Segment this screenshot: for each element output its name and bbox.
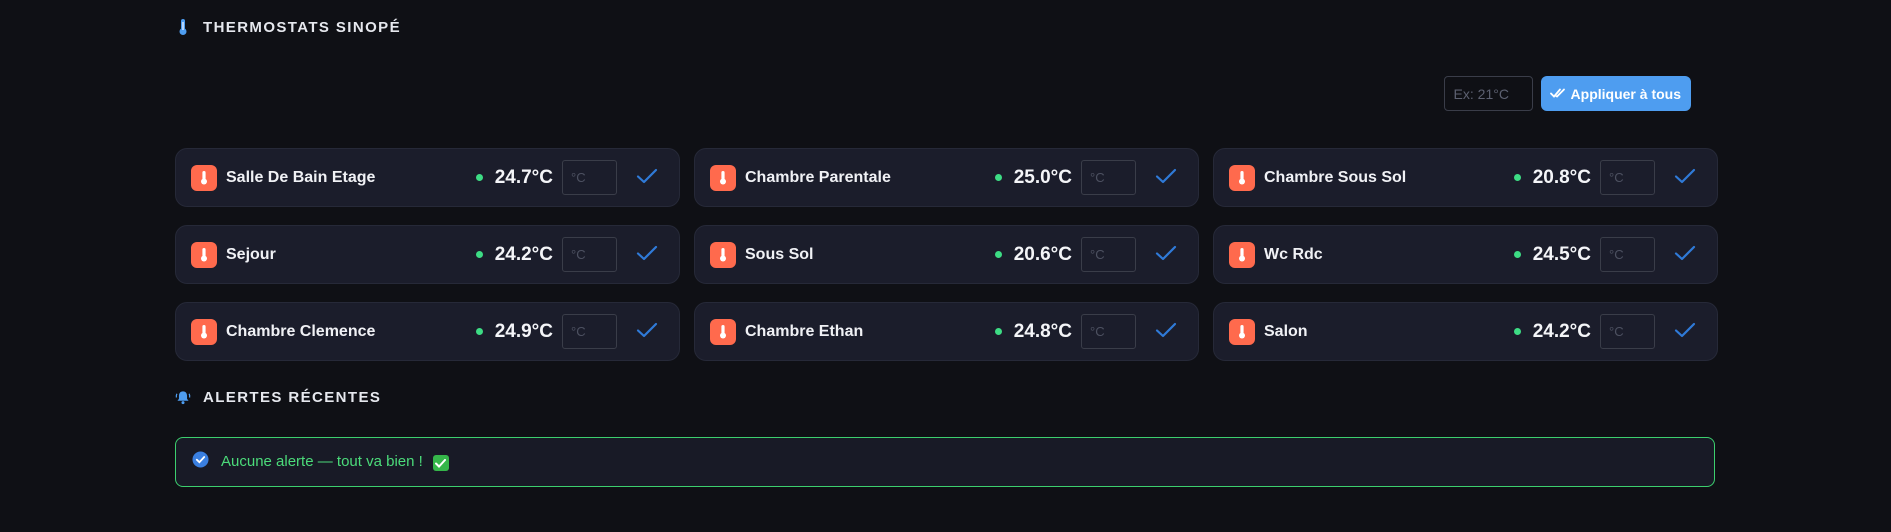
apply-setpoint-button[interactable] bbox=[1146, 235, 1186, 275]
check-circle-icon bbox=[192, 451, 209, 473]
thermometer-icon bbox=[191, 241, 217, 268]
thermometer-icon bbox=[1229, 164, 1255, 191]
global-setpoint-input[interactable] bbox=[1443, 76, 1533, 111]
thermostat-card: Chambre Parentale 25.0°C bbox=[694, 148, 1199, 207]
current-temperature: 24.2°C bbox=[494, 243, 553, 265]
current-temperature: 24.7°C bbox=[494, 166, 553, 188]
status-online-dot bbox=[1513, 328, 1521, 335]
setpoint-input[interactable] bbox=[1081, 314, 1136, 349]
check-icon bbox=[1155, 168, 1177, 187]
current-temperature: 24.2°C bbox=[1532, 320, 1591, 342]
status-online-dot bbox=[475, 328, 483, 335]
thermostat-name: Sejour bbox=[226, 245, 276, 263]
thermometer-icon bbox=[710, 164, 736, 191]
alerts-title: ALERTES RÉCENTES bbox=[203, 388, 382, 406]
apply-setpoint-button[interactable] bbox=[627, 312, 667, 352]
alert-message: Aucune alerte — tout va bien ! bbox=[221, 452, 423, 470]
thermostat-card: Chambre Sous Sol 20.8°C bbox=[1213, 148, 1718, 207]
apply-setpoint-button[interactable] bbox=[1146, 158, 1186, 198]
status-online-dot bbox=[994, 251, 1002, 258]
check-mark-button-emoji bbox=[432, 455, 449, 472]
setpoint-input[interactable] bbox=[562, 237, 617, 272]
setpoint-input[interactable] bbox=[562, 314, 617, 349]
apply-setpoint-button[interactable] bbox=[627, 158, 667, 198]
current-temperature: 24.9°C bbox=[494, 320, 553, 342]
apply-setpoint-button[interactable] bbox=[1146, 312, 1186, 352]
apply-setpoint-button[interactable] bbox=[627, 235, 667, 275]
thermostat-card: Chambre Clemence 24.9°C bbox=[175, 302, 680, 361]
thermostat-card: Sejour 24.2°C bbox=[175, 225, 680, 284]
thermostat-name: Chambre Parentale bbox=[745, 168, 891, 186]
thermostat-card: Sous Sol 20.6°C bbox=[694, 225, 1199, 284]
thermostats-section-header: THERMOSTATS SINOPÉ bbox=[175, 18, 401, 36]
check-icon bbox=[1674, 322, 1696, 341]
setpoint-input[interactable] bbox=[1081, 160, 1136, 195]
check-icon bbox=[1155, 322, 1177, 341]
current-temperature: 20.8°C bbox=[1532, 166, 1591, 188]
current-temperature: 24.5°C bbox=[1532, 243, 1591, 265]
thermostats-title: THERMOSTATS SINOPÉ bbox=[203, 18, 401, 36]
thermostat-card: Chambre Ethan 24.8°C bbox=[694, 302, 1199, 361]
setpoint-input[interactable] bbox=[1600, 160, 1655, 195]
apply-setpoint-button[interactable] bbox=[1665, 158, 1705, 198]
setpoint-input[interactable] bbox=[1600, 314, 1655, 349]
status-online-dot bbox=[994, 328, 1002, 335]
setpoint-input[interactable] bbox=[562, 160, 617, 195]
check-icon bbox=[1674, 245, 1696, 264]
thermometer-icon bbox=[1229, 241, 1255, 268]
no-alerts-banner: Aucune alerte — tout va bien ! bbox=[175, 437, 1715, 487]
check-icon bbox=[636, 322, 658, 341]
apply-setpoint-button[interactable] bbox=[1665, 235, 1705, 275]
thermostat-name: Sous Sol bbox=[745, 245, 814, 263]
thermostat-card: Wc Rdc 24.5°C bbox=[1213, 225, 1718, 284]
status-online-dot bbox=[475, 174, 483, 181]
thermostat-name: Chambre Clemence bbox=[226, 322, 376, 340]
setpoint-input[interactable] bbox=[1600, 237, 1655, 272]
thermometer-icon bbox=[191, 164, 217, 191]
thermometer-icon bbox=[710, 318, 736, 345]
check-icon bbox=[1674, 168, 1696, 187]
check-icon bbox=[1155, 245, 1177, 264]
global-setpoint-bar: Appliquer à tous bbox=[1443, 76, 1691, 111]
thermometer-icon bbox=[175, 18, 191, 36]
bell-icon bbox=[175, 388, 191, 406]
alerts-section-header: ALERTES RÉCENTES bbox=[175, 388, 381, 406]
thermostat-name: Chambre Ethan bbox=[745, 322, 864, 340]
status-online-dot bbox=[475, 251, 483, 258]
double-check-icon bbox=[1549, 86, 1567, 102]
current-temperature: 25.0°C bbox=[1013, 166, 1072, 188]
thermometer-icon bbox=[710, 241, 736, 268]
thermostat-card: Salon 24.2°C bbox=[1213, 302, 1718, 361]
thermostat-name: Chambre Sous Sol bbox=[1264, 168, 1407, 186]
apply-all-button[interactable]: Appliquer à tous bbox=[1540, 76, 1691, 111]
thermostat-name: Salon bbox=[1264, 322, 1308, 340]
status-online-dot bbox=[1513, 251, 1521, 258]
apply-all-label: Appliquer à tous bbox=[1570, 85, 1681, 102]
current-temperature: 24.8°C bbox=[1013, 320, 1072, 342]
thermostat-grid: Salle De Bain Etage 24.7°C Chambre Parenta… bbox=[175, 148, 1718, 361]
status-online-dot bbox=[1513, 174, 1521, 181]
thermometer-icon bbox=[191, 318, 217, 345]
status-online-dot bbox=[994, 174, 1002, 181]
thermostat-card: Salle De Bain Etage 24.7°C bbox=[175, 148, 680, 207]
thermometer-icon bbox=[1229, 318, 1255, 345]
apply-setpoint-button[interactable] bbox=[1665, 312, 1705, 352]
thermostat-name: Wc Rdc bbox=[1264, 245, 1323, 263]
setpoint-input[interactable] bbox=[1081, 237, 1136, 272]
thermostat-name: Salle De Bain Etage bbox=[226, 168, 376, 186]
check-icon bbox=[636, 168, 658, 187]
current-temperature: 20.6°C bbox=[1013, 243, 1072, 265]
check-icon bbox=[636, 245, 658, 264]
